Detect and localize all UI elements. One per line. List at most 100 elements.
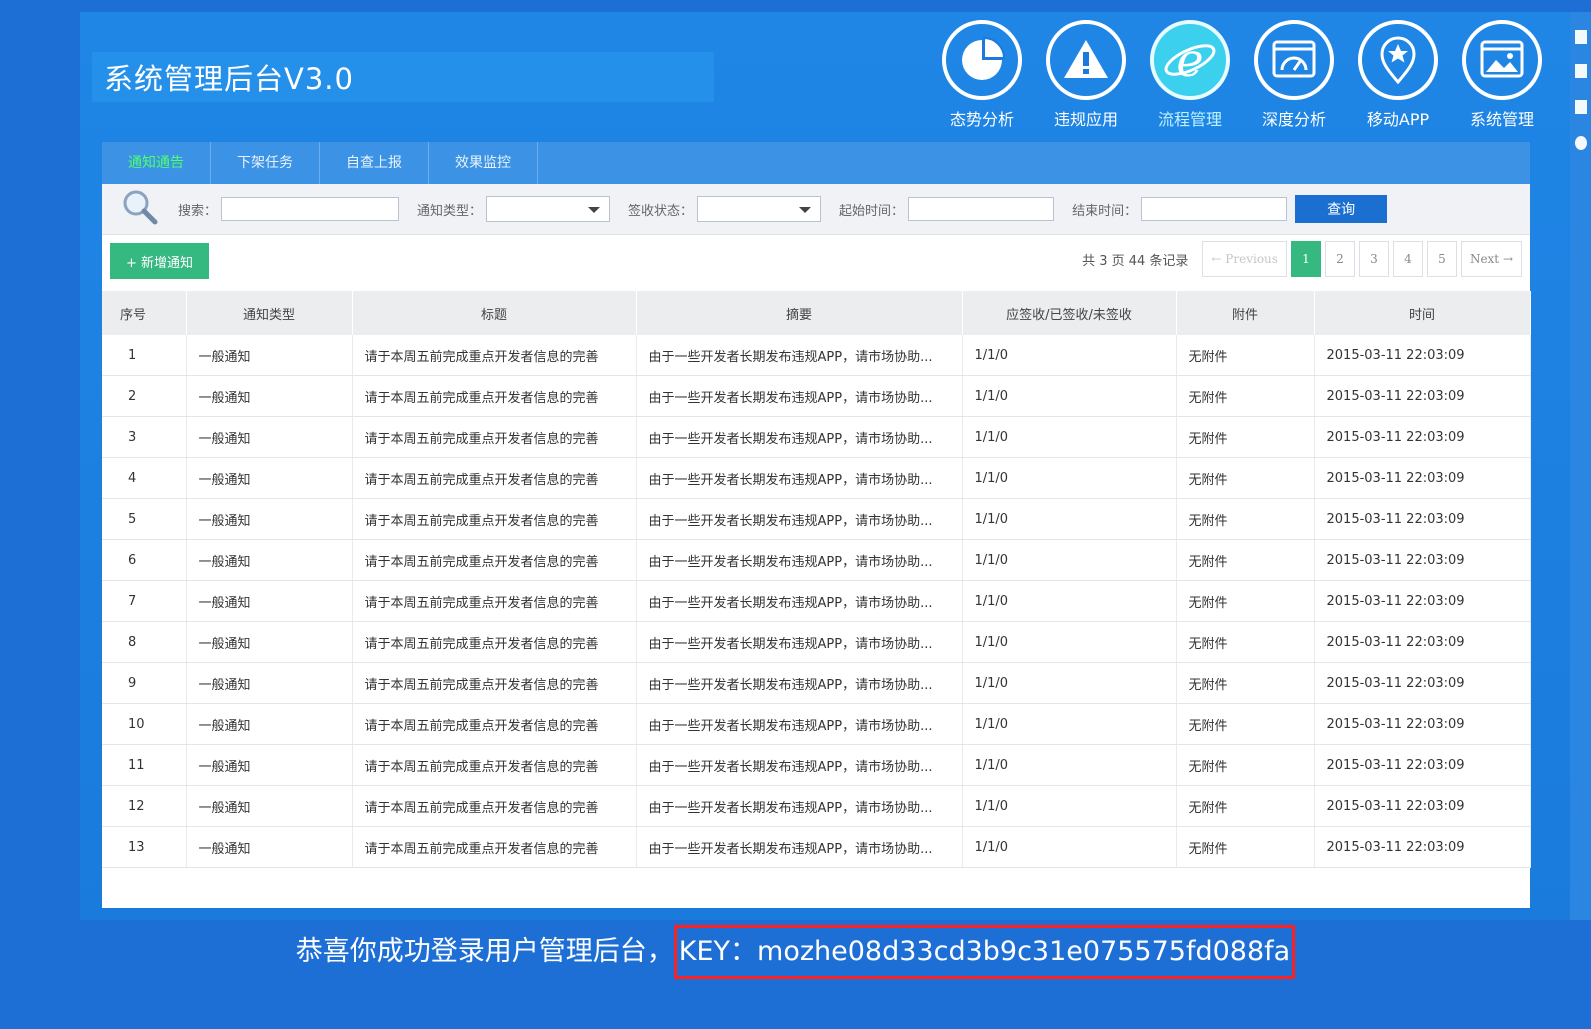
- table-cell: 由于一些开发者长期发布违规APP，请市场协助...: [636, 335, 963, 376]
- table-cell: 无附件: [1176, 703, 1315, 745]
- page-button-1[interactable]: 1: [1290, 241, 1321, 277]
- page-button-2[interactable]: 2: [1324, 241, 1355, 277]
- pagination: 共 3 页 44 条记录 ← Previous 1 2 3 4 5 Next →: [1082, 241, 1522, 277]
- nav-label: 系统管理: [1469, 110, 1534, 129]
- title-bar: 系统管理后台V3.0: [92, 52, 714, 102]
- table-cell: 请于本周五前完成重点开发者信息的完善: [352, 335, 637, 376]
- table-cell: 一般通知: [186, 580, 353, 622]
- table-cell: 一般通知: [186, 457, 353, 499]
- nav-item-process-management[interactable]: e 流程管理: [1138, 20, 1242, 130]
- warning-icon: [1046, 20, 1126, 100]
- table-row[interactable]: 1 一般通知 请于本周五前完成重点开发者信息的完善 由于一些开发者长期发布违规APP，…: [102, 335, 1531, 376]
- table-cell: 1/1/0: [962, 621, 1177, 663]
- tab-takedown-tasks[interactable]: 下架任务: [211, 142, 320, 184]
- sign-status-select[interactable]: [697, 196, 822, 222]
- nav-label: 流程管理: [1157, 110, 1222, 129]
- add-notice-button[interactable]: + 新增通知: [110, 243, 210, 279]
- table-row[interactable]: 4 一般通知 请于本周五前完成重点开发者信息的完善 由于一些开发者长期发布违规APP，…: [102, 457, 1531, 499]
- table-row[interactable]: 5 一般通知 请于本周五前完成重点开发者信息的完善 由于一些开发者长期发布违规APP，…: [102, 498, 1531, 540]
- table-cell: 2: [102, 375, 187, 417]
- start-time-input[interactable]: [908, 197, 1055, 221]
- table-row[interactable]: 7 一般通知 请于本周五前完成重点开发者信息的完善 由于一些开发者长期发布违规APP，…: [102, 580, 1531, 622]
- notice-type-select[interactable]: [486, 196, 611, 222]
- end-time-input[interactable]: [1141, 197, 1288, 221]
- table-row[interactable]: 11 一般通知 请于本周五前完成重点开发者信息的完善 由于一些开发者长期发布违规APP…: [102, 744, 1531, 786]
- home-icon[interactable]: [1575, 30, 1587, 44]
- column-header: 摘要: [636, 291, 963, 335]
- table-cell: 由于一些开发者长期发布违规APP，请市场协助...: [636, 539, 963, 581]
- table-header-row: 序号 通知类型 标题 摘要 应签收/已签收/未签收 附件 时间: [102, 291, 1531, 335]
- table-cell: 1/1/0: [962, 580, 1177, 622]
- table-cell: 6: [102, 539, 187, 581]
- table-cell: 2015-03-11 22:03:09: [1314, 457, 1531, 499]
- pie-chart-icon: [942, 20, 1022, 100]
- star-pin-icon: [1358, 20, 1438, 100]
- table-cell: 1/1/0: [962, 662, 1177, 704]
- search-input[interactable]: [221, 197, 400, 221]
- table-cell: 无附件: [1176, 375, 1315, 417]
- power-icon[interactable]: [1575, 136, 1587, 150]
- table-cell: 8: [102, 621, 187, 663]
- nav-item-system-management[interactable]: 系统管理: [1450, 20, 1554, 130]
- table-cell: 无附件: [1176, 498, 1315, 540]
- tab-effect-monitoring[interactable]: 效果监控: [429, 142, 538, 184]
- table-row[interactable]: 13 一般通知 请于本周五前完成重点开发者信息的完善 由于一些开发者长期发布违规APP…: [102, 826, 1531, 868]
- table-cell: 11: [102, 744, 187, 786]
- table-cell: 10: [102, 703, 187, 745]
- nav-item-deep-analysis[interactable]: 深度分析: [1242, 20, 1346, 130]
- table-cell: 2015-03-11 22:03:09: [1314, 416, 1531, 458]
- query-button[interactable]: 查询: [1295, 195, 1388, 223]
- table-cell: 1/1/0: [962, 703, 1177, 745]
- table-row[interactable]: 9 一般通知 请于本周五前完成重点开发者信息的完善 由于一些开发者长期发布违规APP，…: [102, 662, 1531, 704]
- table-row[interactable]: 2 一般通知 请于本周五前完成重点开发者信息的完善 由于一些开发者长期发布违规APP，…: [102, 375, 1531, 417]
- search-icon: [120, 187, 160, 231]
- table-cell: 2015-03-11 22:03:09: [1314, 785, 1531, 827]
- table-cell: 请于本周五前完成重点开发者信息的完善: [352, 785, 637, 827]
- gauge-window-icon: [1254, 20, 1334, 100]
- table-cell: 一般通知: [186, 335, 353, 376]
- lock-icon[interactable]: [1575, 100, 1587, 114]
- settings-window-icon: [1462, 20, 1542, 100]
- table-row[interactable]: 10 一般通知 请于本周五前完成重点开发者信息的完善 由于一些开发者长期发布违规APP…: [102, 703, 1531, 745]
- table-body: 1 一般通知 请于本周五前完成重点开发者信息的完善 由于一些开发者长期发布违规APP，…: [102, 335, 1531, 868]
- nav-item-mobile-app[interactable]: 移动APP: [1346, 20, 1450, 130]
- table-row[interactable]: 6 一般通知 请于本周五前完成重点开发者信息的完善 由于一些开发者长期发布违规APP，…: [102, 539, 1531, 581]
- page-button-5[interactable]: 5: [1426, 241, 1457, 277]
- table-row[interactable]: 8 一般通知 请于本周五前完成重点开发者信息的完善 由于一些开发者长期发布违规APP，…: [102, 621, 1531, 663]
- tab-notices[interactable]: 通知通告: [102, 142, 211, 184]
- tab-self-inspection[interactable]: 自查上报: [320, 142, 429, 184]
- table-row[interactable]: 3 一般通知 请于本周五前完成重点开发者信息的完善 由于一些开发者长期发布违规APP，…: [102, 416, 1531, 458]
- next-page-button[interactable]: Next →: [1460, 241, 1522, 277]
- nav-label: 违规应用: [1053, 110, 1118, 129]
- main-panel: 通知通告 下架任务 自查上报 效果监控 搜索： 通知类型： 签收状态： 起始时间…: [102, 142, 1531, 908]
- table-cell: 一般通知: [186, 498, 353, 540]
- page-button-3[interactable]: 3: [1358, 241, 1389, 277]
- table-cell: 请于本周五前完成重点开发者信息的完善: [352, 662, 637, 704]
- table-cell: 请于本周五前完成重点开发者信息的完善: [352, 703, 637, 745]
- nav-label: 移动APP: [1366, 110, 1430, 129]
- table-cell: 5: [102, 498, 187, 540]
- table-cell: 无附件: [1176, 662, 1315, 704]
- table-cell: 一般通知: [186, 416, 353, 458]
- column-header: 通知类型: [186, 291, 353, 335]
- mail-icon[interactable]: [1575, 64, 1587, 78]
- table-cell: 由于一些开发者长期发布违规APP，请市场协助...: [636, 580, 963, 622]
- table-cell: 请于本周五前完成重点开发者信息的完善: [352, 416, 637, 458]
- table-cell: 2015-03-11 22:03:09: [1314, 335, 1531, 376]
- table-cell: 1/1/0: [962, 498, 1177, 540]
- nav-item-situation-analysis[interactable]: 态势分析: [930, 20, 1034, 130]
- table-cell: 一般通知: [186, 785, 353, 827]
- nav-item-violation-apps[interactable]: 违规应用: [1034, 20, 1138, 130]
- table-row[interactable]: 12 一般通知 请于本周五前完成重点开发者信息的完善 由于一些开发者长期发布违规APP…: [102, 785, 1531, 827]
- previous-page-button[interactable]: ← Previous: [1202, 241, 1287, 277]
- page-button-4[interactable]: 4: [1392, 241, 1423, 277]
- table-cell: 7: [102, 580, 187, 622]
- table-cell: 一般通知: [186, 375, 353, 417]
- table-cell: 无附件: [1176, 335, 1315, 376]
- banner-prefix: 恭喜你成功登录用户管理后台，: [295, 936, 674, 967]
- table-cell: 1/1/0: [962, 744, 1177, 786]
- table-cell: 2015-03-11 22:03:09: [1314, 826, 1531, 868]
- table-cell: 由于一些开发者长期发布违规APP，请市场协助...: [636, 785, 963, 827]
- table-cell: 2015-03-11 22:03:09: [1314, 703, 1531, 745]
- table-cell: 由于一些开发者长期发布违规APP，请市场协助...: [636, 662, 963, 704]
